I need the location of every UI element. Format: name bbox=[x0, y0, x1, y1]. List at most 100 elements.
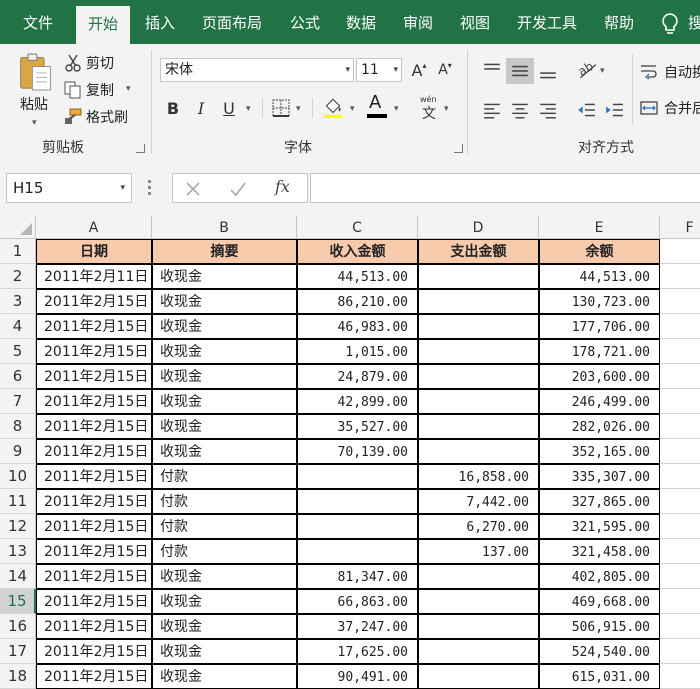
header-cell[interactable]: 收入金额 bbox=[297, 239, 418, 264]
cell-expense[interactable] bbox=[418, 614, 539, 639]
cell[interactable] bbox=[660, 564, 700, 589]
fill-color-icon[interactable] bbox=[322, 96, 344, 118]
tab-review[interactable]: 审阅 bbox=[394, 0, 442, 44]
row-header[interactable]: 2 bbox=[0, 264, 36, 289]
cell-balance[interactable]: 352,165.00 bbox=[539, 439, 660, 464]
cell-date[interactable]: 2011年2月15日 bbox=[36, 664, 152, 689]
cell-date[interactable]: 2011年2月15日 bbox=[36, 589, 152, 614]
cell-date[interactable]: 2011年2月15日 bbox=[36, 439, 152, 464]
increase-indent-icon[interactable] bbox=[604, 100, 624, 120]
cell-income[interactable]: 70,139.00 bbox=[297, 439, 418, 464]
cell[interactable] bbox=[660, 614, 700, 639]
enter-icon[interactable] bbox=[229, 181, 247, 197]
cell-balance[interactable]: 44,513.00 bbox=[539, 264, 660, 289]
orientation-dropdown-arrow[interactable]: ▾ bbox=[600, 66, 605, 76]
cell-income[interactable]: 1,015.00 bbox=[297, 339, 418, 364]
bold-button[interactable]: B bbox=[162, 96, 184, 120]
cell[interactable] bbox=[660, 489, 700, 514]
borders-dropdown-arrow[interactable]: ▾ bbox=[296, 104, 301, 114]
italic-button[interactable]: I bbox=[190, 96, 212, 120]
cell-date[interactable]: 2011年2月15日 bbox=[36, 489, 152, 514]
copy-button[interactable]: 复制 ▾ bbox=[64, 79, 136, 101]
cell-desc[interactable]: 收现金 bbox=[152, 664, 297, 689]
cell[interactable] bbox=[660, 589, 700, 614]
cell-date[interactable]: 2011年2月15日 bbox=[36, 414, 152, 439]
row-header[interactable]: 5 bbox=[0, 339, 36, 364]
cell-balance[interactable]: 327,865.00 bbox=[539, 489, 660, 514]
cut-button[interactable]: 剪切 bbox=[64, 52, 124, 74]
select-all-button[interactable] bbox=[0, 216, 36, 239]
cell-date[interactable]: 2011年2月15日 bbox=[36, 364, 152, 389]
cell-income[interactable]: 81,347.00 bbox=[297, 564, 418, 589]
cell-income[interactable]: 86,210.00 bbox=[297, 289, 418, 314]
cell-expense[interactable] bbox=[418, 289, 539, 314]
cell-balance[interactable]: 506,915.00 bbox=[539, 614, 660, 639]
row-header[interactable]: 7 bbox=[0, 389, 36, 414]
copy-dropdown-arrow[interactable]: ▾ bbox=[126, 84, 131, 94]
tab-view[interactable]: 视图 bbox=[450, 0, 500, 44]
cell-desc[interactable]: 收现金 bbox=[152, 589, 297, 614]
cell-expense[interactable] bbox=[418, 314, 539, 339]
row-header[interactable]: 17 bbox=[0, 639, 36, 664]
cell-income[interactable]: 90,491.00 bbox=[297, 664, 418, 689]
cell-date[interactable]: 2011年2月15日 bbox=[36, 314, 152, 339]
cell-balance[interactable]: 335,307.00 bbox=[539, 464, 660, 489]
row-header[interactable]: 14 bbox=[0, 564, 36, 589]
fill-color-dropdown-arrow[interactable]: ▾ bbox=[350, 104, 355, 114]
clipboard-dialog-launcher[interactable] bbox=[136, 144, 145, 153]
cell-expense[interactable]: 137.00 bbox=[418, 539, 539, 564]
formula-input[interactable] bbox=[310, 173, 700, 203]
header-cell[interactable]: 支出金额 bbox=[418, 239, 539, 264]
cell-desc[interactable]: 收现金 bbox=[152, 439, 297, 464]
align-left-icon[interactable] bbox=[482, 100, 502, 120]
row-header[interactable]: 4 bbox=[0, 314, 36, 339]
cell-desc[interactable]: 收现金 bbox=[152, 389, 297, 414]
cell-desc[interactable]: 收现金 bbox=[152, 639, 297, 664]
cell[interactable] bbox=[660, 389, 700, 414]
align-center-icon[interactable] bbox=[510, 100, 530, 120]
tab-search[interactable]: 搜 bbox=[688, 0, 700, 44]
cell-desc[interactable]: 收现金 bbox=[152, 339, 297, 364]
cell-income[interactable]: 46,983.00 bbox=[297, 314, 418, 339]
cell-balance[interactable]: 177,706.00 bbox=[539, 314, 660, 339]
cell-balance[interactable]: 130,723.00 bbox=[539, 289, 660, 314]
row-header[interactable]: 8 bbox=[0, 414, 36, 439]
underline-dropdown-arrow[interactable]: ▾ bbox=[246, 104, 251, 114]
align-right-icon[interactable] bbox=[538, 100, 558, 120]
font-color-button[interactable]: A bbox=[366, 92, 388, 120]
cancel-icon[interactable] bbox=[185, 181, 201, 197]
cell-balance[interactable]: 524,540.00 bbox=[539, 639, 660, 664]
cell-desc[interactable]: 收现金 bbox=[152, 314, 297, 339]
cell-expense[interactable]: 7,442.00 bbox=[418, 489, 539, 514]
cell[interactable] bbox=[660, 639, 700, 664]
cell-balance[interactable]: 402,805.00 bbox=[539, 564, 660, 589]
borders-icon[interactable] bbox=[272, 99, 290, 117]
font-size-select[interactable]: 11 ▾ bbox=[356, 58, 402, 82]
align-middle-button[interactable] bbox=[506, 58, 534, 84]
cell[interactable] bbox=[660, 239, 700, 264]
merge-center-button[interactable]: 合并后 bbox=[640, 96, 700, 120]
cell-income[interactable]: 37,247.00 bbox=[297, 614, 418, 639]
cell-date[interactable]: 2011年2月15日 bbox=[36, 614, 152, 639]
column-header-a[interactable]: A bbox=[36, 216, 152, 239]
column-header-e[interactable]: E bbox=[539, 216, 660, 239]
cell[interactable] bbox=[660, 539, 700, 564]
cell-income[interactable] bbox=[297, 514, 418, 539]
cell-balance[interactable]: 321,595.00 bbox=[539, 514, 660, 539]
tab-insert[interactable]: 插入 bbox=[134, 0, 186, 44]
cell-expense[interactable] bbox=[418, 389, 539, 414]
row-header[interactable]: 15 bbox=[0, 589, 36, 614]
tab-formulas[interactable]: 公式 bbox=[280, 0, 330, 44]
insert-function-button[interactable]: fx bbox=[275, 177, 290, 196]
cell-balance[interactable]: 203,600.00 bbox=[539, 364, 660, 389]
cell-date[interactable]: 2011年2月11日 bbox=[36, 264, 152, 289]
cell-expense[interactable]: 16,858.00 bbox=[418, 464, 539, 489]
align-top-icon[interactable] bbox=[482, 60, 502, 80]
cell-balance[interactable]: 615,031.00 bbox=[539, 664, 660, 689]
cell[interactable] bbox=[660, 464, 700, 489]
row-header[interactable]: 13 bbox=[0, 539, 36, 564]
cell[interactable] bbox=[660, 664, 700, 689]
tab-developer[interactable]: 开发工具 bbox=[508, 0, 586, 44]
header-cell[interactable]: 余额 bbox=[539, 239, 660, 264]
cell-income[interactable]: 35,527.00 bbox=[297, 414, 418, 439]
